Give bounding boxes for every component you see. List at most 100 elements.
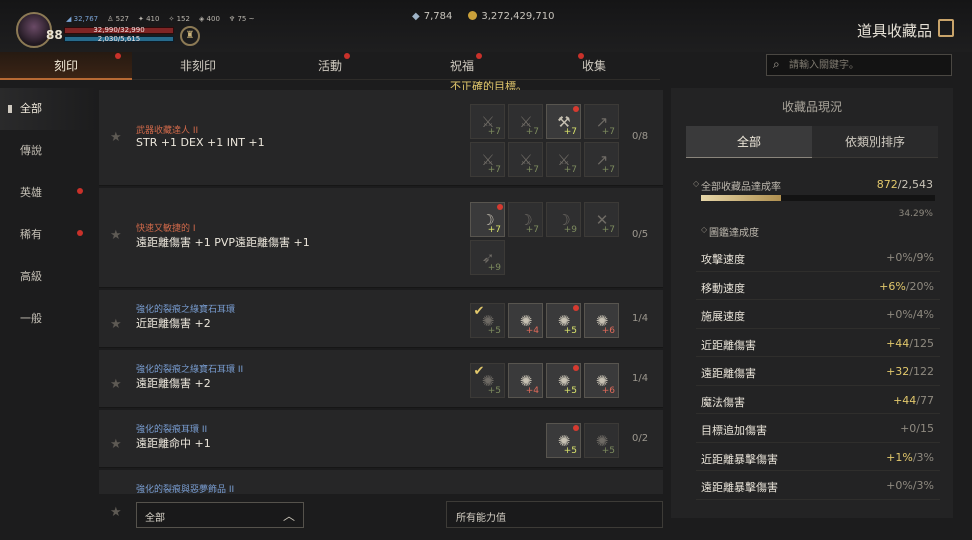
stat-max: /125 [909, 336, 934, 350]
collection-item-slot[interactable]: ☽ +9 [546, 202, 581, 237]
collection-item-slot[interactable]: ↗ +7 [584, 104, 619, 139]
stat-value: +32/122 [886, 365, 934, 378]
stat-value: +0%/4% [886, 308, 934, 321]
category-item-3[interactable]: 稀有 [0, 214, 98, 256]
tab-1[interactable]: 非刻印 [132, 52, 264, 80]
collection-item-slot[interactable]: ⚔ +7 [508, 104, 543, 139]
favorite-filter-star-icon[interactable]: ★ [110, 505, 122, 520]
enchant-level: +5 [563, 326, 577, 336]
stat-value: +1%/3% [886, 451, 934, 464]
achievement-progress-bar [701, 195, 935, 201]
collection-item-slot[interactable]: ⚒ +7 [546, 104, 581, 139]
notification-dot-icon [573, 106, 579, 112]
tab-2[interactable]: 活動 [264, 52, 396, 80]
favorite-star-icon[interactable]: ★ [110, 130, 122, 145]
mp-bar: 2,030/5,615 [64, 35, 174, 43]
collection-item-slot[interactable]: ⚔ +7 [546, 142, 581, 177]
collection-item-slot[interactable]: ✺ +4 [508, 303, 543, 338]
stat-name: 攻擊速度 [701, 253, 745, 266]
category-item-0[interactable]: 全部 [0, 88, 98, 130]
favorite-star-icon[interactable]: ★ [110, 317, 122, 332]
tab-label: 非刻印 [179, 59, 216, 73]
stat-name: 遠距離傷害 [701, 367, 756, 380]
catalog-progress-label: 圖鑑達成度 [701, 224, 759, 239]
achievement-label: 全部收藏品達成率 [693, 178, 781, 193]
collection-list[interactable]: ★ 武器收藏達人 II STR +1 DEX +1 INT +1 0/8 ⚔ +7 ⚔ +7 ⚒… [99, 90, 663, 494]
search-box[interactable]: ⌕ [766, 54, 952, 76]
stat-3: ✧ 152 [168, 15, 190, 23]
collection-row[interactable]: ★ 武器收藏達人 II STR +1 DEX +1 INT +1 0/8 ⚔ +7 ⚔ +7 ⚒… [99, 90, 663, 186]
collection-item-slot[interactable]: ✺ +5 [546, 303, 581, 338]
enchant-level: +7 [525, 127, 539, 137]
tab-3[interactable]: 祝福 [396, 52, 528, 80]
enchant-level: +7 [601, 225, 615, 235]
notification-dot-icon [77, 188, 83, 194]
collection-item-slot[interactable]: ✺ +5 [584, 423, 619, 458]
gold-coin-icon [468, 11, 478, 20]
category-item-1[interactable]: 傳說 [0, 130, 98, 172]
grade-filter-dropdown[interactable]: 全部 ︿ [136, 502, 304, 528]
enchant-level: +7 [487, 127, 501, 137]
stat-max: /9% [912, 251, 934, 264]
chevron-up-icon: ︿ [282, 509, 295, 523]
collection-row[interactable]: ★ 強化的裂痕之綠寶石耳環 近距離傷害 +2 1/4 ✺ +5 ✔ ✺ +4 ✺ +5 ✺ +6 [99, 290, 663, 348]
category-item-4[interactable]: 高級 [0, 256, 98, 298]
tab-4[interactable]: 收集 [528, 52, 660, 80]
all-stats-filter-button[interactable]: 所有能力值 [446, 501, 663, 528]
exit-icon[interactable] [938, 19, 954, 37]
achievement-percent: 34.29% [898, 209, 933, 219]
collection-item-slot[interactable]: ✺ +5 [546, 423, 581, 458]
collection-item-slot[interactable]: ✺ +5 [546, 363, 581, 398]
search-input[interactable] [789, 55, 949, 75]
collection-row[interactable]: ★ 強化的裂痕之綠寶石耳環 II 遠距離傷害 +2 1/4 ✺ +5 ✔ ✺ +4 ✺ +5 ✺ +6 [99, 350, 663, 408]
favorite-star-icon[interactable]: ★ [110, 437, 122, 452]
collection-effect: 近距離傷害 +2 [136, 317, 211, 330]
collection-item-slot[interactable]: ☽ +7 [508, 202, 543, 237]
collection-progress: 1/4 [632, 373, 649, 384]
collection-item-slot[interactable]: ✺ +4 [508, 363, 543, 398]
stat-4: ◈ 400 [198, 15, 220, 23]
collection-item-slot[interactable]: ⚔ +7 [470, 142, 505, 177]
stat-row: 近距離傷害 +44/125 [696, 329, 940, 357]
category-label: 全部 [20, 102, 42, 115]
main-tabs: 刻印 非刻印 活動 祝福 收集 [0, 52, 660, 80]
collection-row[interactable]: ★ 強化的裂痕耳環 II 遠距離命中 +1 0/2 ✺ +5 ✺ +5 [99, 410, 663, 468]
stat-max: /15 [916, 422, 934, 435]
stat-max: /4% [912, 308, 934, 321]
stat-name: 遠距離暴擊傷害 [701, 481, 778, 494]
category-item-5[interactable]: 一般 [0, 298, 98, 340]
notification-dot-icon [497, 204, 503, 210]
stat-5: ♆ 75 ~ [228, 15, 255, 23]
enchant-level: +5 [487, 386, 501, 396]
notification-dot-icon [578, 53, 584, 59]
collection-item-slot[interactable]: ↗ +7 [584, 142, 619, 177]
clan-emblem-icon[interactable]: ♜ [180, 26, 200, 46]
collection-row[interactable]: ★強化的裂痕與惡夢飾品 II [99, 470, 663, 494]
page-title: 道具收藏品 [856, 22, 932, 40]
category-item-2[interactable]: 英雄 [0, 172, 98, 214]
tab-0[interactable]: 刻印 [0, 52, 132, 80]
stat-current: +44 [886, 336, 910, 350]
stat-name: 近距離暴擊傷害 [701, 452, 778, 466]
panel-tab-0[interactable]: 全部 [686, 126, 812, 158]
collection-progress: 1/4 [632, 313, 649, 324]
collection-item-slot[interactable]: ✕ +7 [584, 202, 619, 237]
combat-power-value: ◢ 32,767 [66, 15, 99, 23]
stat-1: ♙ 527 [107, 15, 129, 23]
collection-item-slot[interactable]: ⚔ +7 [508, 142, 543, 177]
collection-item-slot[interactable]: ⚔ +7 [470, 104, 505, 139]
favorite-star-icon[interactable]: ★ [110, 377, 122, 392]
collection-item-slot[interactable]: ✺ +6 [584, 303, 619, 338]
collection-item-slot[interactable]: ➶ +9 [470, 240, 505, 275]
collection-item-slot[interactable]: ✺ +6 [584, 363, 619, 398]
enchant-level: +5 [563, 446, 577, 456]
collection-status-panel: 收藏品現況 全部依類別排序 全部收藏品達成率 872/2,543 34.29% … [671, 88, 953, 518]
panel-tabs: 全部 依類別排序 [686, 126, 938, 158]
panel-tab-1[interactable]: 依類別排序 [812, 126, 938, 158]
collection-item-slot[interactable]: ☽ +7 [470, 202, 505, 237]
notification-dot-icon [573, 305, 579, 311]
favorite-star-icon[interactable]: ★ [110, 228, 122, 243]
stat-row: 近距離暴擊傷害 +1%/3% [696, 443, 940, 471]
category-list: 全部傳說 英雄 稀有 高級 一般 [0, 88, 98, 340]
collection-row[interactable]: ★ 快速又敏捷的 I 遠距離傷害 +1 PVP遠距離傷害 +1 0/5 ☽ +7 ☽ +7 ☽ +… [99, 188, 663, 288]
